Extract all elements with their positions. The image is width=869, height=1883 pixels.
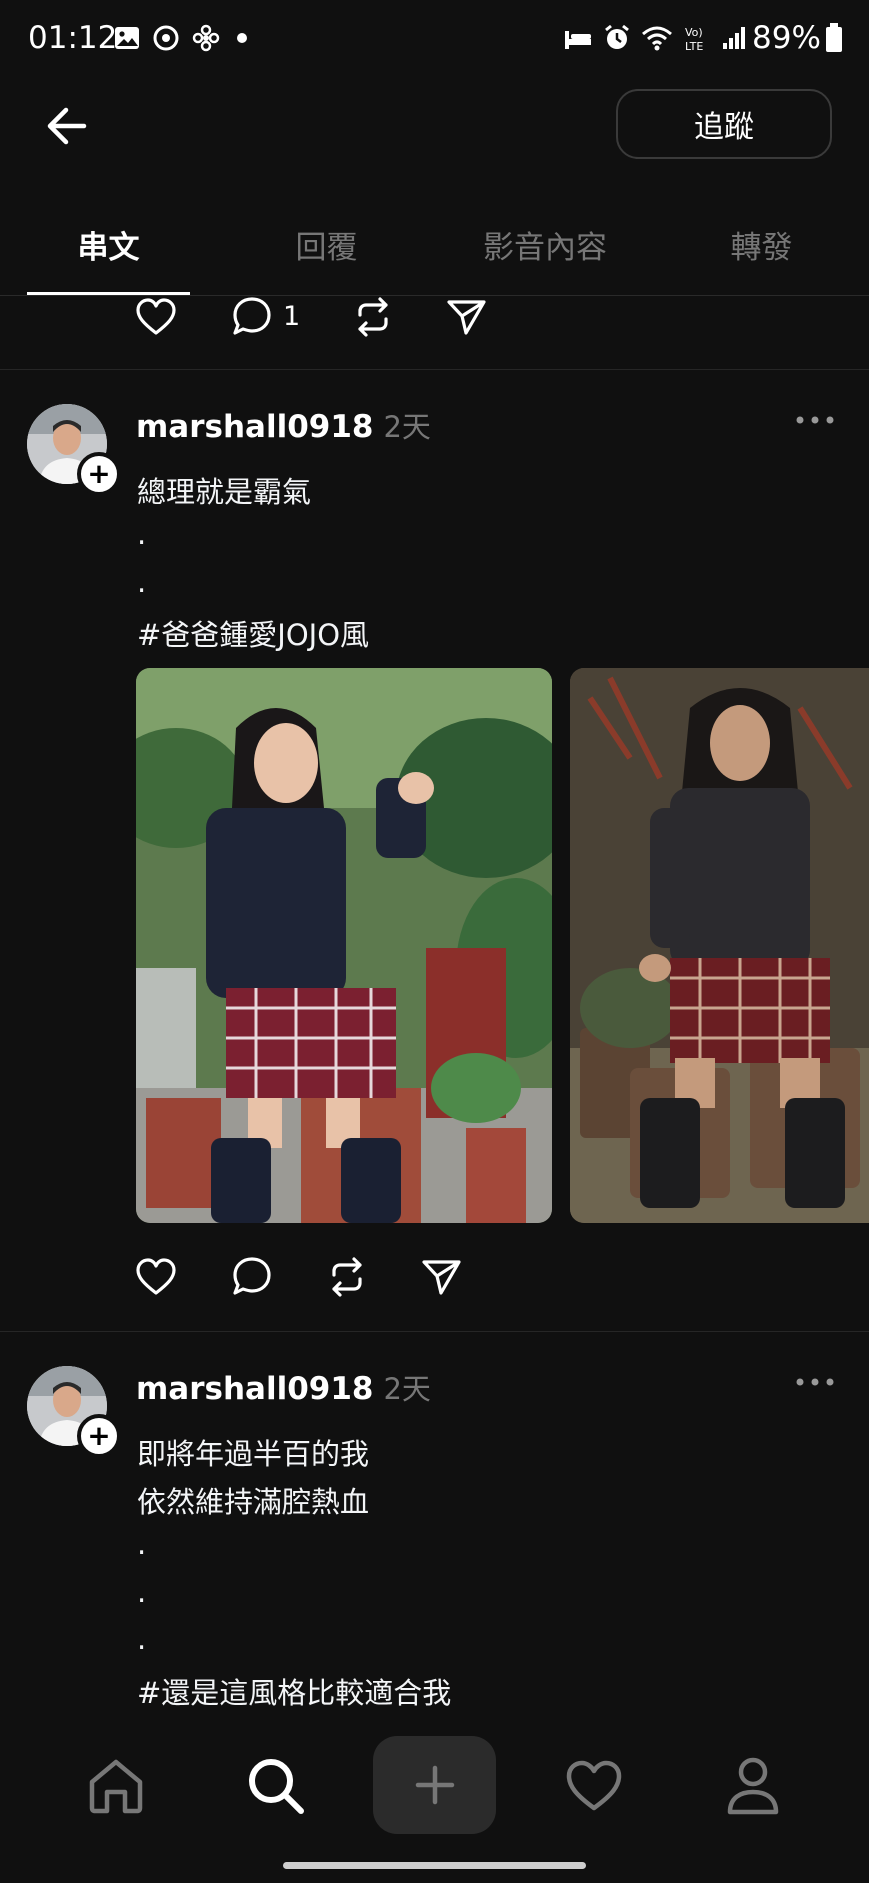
gallery-icon xyxy=(114,25,140,51)
nav-activity-heart-icon[interactable] xyxy=(566,1760,622,1812)
nav-search-icon[interactable] xyxy=(246,1756,306,1816)
more-options-icon[interactable] xyxy=(795,414,835,426)
post-text-line: . xyxy=(137,1575,147,1609)
post-time: 2天 xyxy=(383,410,431,444)
sync-icon xyxy=(152,24,180,52)
nav-profile-icon[interactable] xyxy=(726,1756,780,1816)
post-text-line: . xyxy=(137,1527,147,1561)
back-arrow-icon[interactable] xyxy=(40,100,96,152)
post-header: marshall0918 2天 xyxy=(136,404,431,446)
tab-reposts[interactable]: 轉發 xyxy=(680,222,843,267)
tab-replies[interactable]: 回覆 xyxy=(245,222,408,267)
status-left-icons xyxy=(114,24,252,52)
wifi-icon xyxy=(641,24,673,52)
battery-icon xyxy=(825,23,843,53)
compose-button[interactable] xyxy=(373,1736,496,1834)
post-text-line: 總理就是霸氣 xyxy=(137,475,312,509)
post-text-line: 依然維持滿腔熱血 xyxy=(137,1485,370,1519)
tab-threads[interactable]: 串文 xyxy=(27,222,190,267)
volte-icon: Vo) LTE xyxy=(683,24,711,52)
post-text-line: . xyxy=(137,1622,147,1656)
repost-icon[interactable] xyxy=(326,1257,368,1297)
post-text-line: . xyxy=(137,565,147,599)
tab-divider xyxy=(0,295,869,296)
status-time: 01:12 xyxy=(28,20,118,56)
follow-plus-icon[interactable]: + xyxy=(77,452,121,496)
status-right-icons: Vo) LTE xyxy=(563,24,747,52)
post-hashtag[interactable]: #爸爸鍾愛JOJO風 xyxy=(137,612,369,654)
battery-percentage: 89% xyxy=(752,20,821,56)
svg-text:Vo): Vo) xyxy=(685,26,703,39)
reply-action[interactable]: 1 xyxy=(231,296,300,336)
more-options-icon[interactable] xyxy=(795,1376,835,1388)
tab-media[interactable]: 影音內容 xyxy=(440,222,650,267)
repost-icon[interactable] xyxy=(352,297,394,337)
signal-icon xyxy=(721,25,747,51)
post-time: 2天 xyxy=(383,1372,431,1406)
fan-icon xyxy=(192,24,220,52)
username[interactable]: marshall0918 xyxy=(136,1371,373,1407)
reply-count: 1 xyxy=(283,300,301,332)
follow-button[interactable]: 追蹤 xyxy=(616,89,832,159)
post-text-line: . xyxy=(137,517,147,551)
post-divider xyxy=(0,1331,869,1332)
dot-icon xyxy=(232,28,252,48)
share-icon[interactable] xyxy=(446,298,488,336)
sleep-icon xyxy=(563,25,593,51)
post-photo[interactable] xyxy=(570,668,869,1223)
post-photo[interactable] xyxy=(136,668,552,1223)
alarm-icon xyxy=(603,24,631,52)
post-text-line: 即將年過半百的我 xyxy=(137,1437,370,1471)
comment-icon[interactable] xyxy=(231,1256,273,1296)
post-header: marshall0918 2天 xyxy=(136,1366,431,1408)
like-icon[interactable] xyxy=(135,298,177,336)
svg-text:LTE: LTE xyxy=(685,40,703,52)
post-divider xyxy=(0,369,869,370)
follow-plus-icon[interactable]: + xyxy=(77,1414,121,1458)
like-icon[interactable] xyxy=(135,1258,177,1296)
home-indicator xyxy=(283,1862,586,1869)
status-battery: 89% xyxy=(752,20,843,56)
nav-home-icon[interactable] xyxy=(87,1758,145,1814)
comment-icon xyxy=(231,296,273,336)
share-icon[interactable] xyxy=(421,1258,463,1296)
plus-icon xyxy=(414,1764,456,1806)
username[interactable]: marshall0918 xyxy=(136,409,373,445)
post-hashtag[interactable]: #還是這風格比較適合我 xyxy=(137,1670,451,1712)
